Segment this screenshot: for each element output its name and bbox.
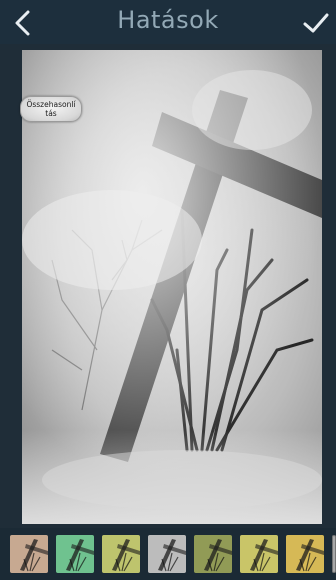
filter-strip bbox=[0, 528, 336, 580]
filter-thumbnail-4[interactable] bbox=[148, 535, 186, 573]
filter-thumbnail-2[interactable] bbox=[56, 535, 94, 573]
compare-label-line2: tás bbox=[45, 109, 57, 118]
chevron-left-icon bbox=[15, 10, 30, 36]
filter-thumbnail-1[interactable] bbox=[10, 535, 48, 573]
page-title: Hatások bbox=[117, 6, 219, 34]
compare-label-line1: Összehasonlí bbox=[26, 100, 76, 109]
filter-thumbnail-5[interactable] bbox=[194, 535, 232, 573]
confirm-button[interactable] bbox=[300, 8, 332, 38]
back-button[interactable] bbox=[8, 8, 38, 38]
checkmark-icon bbox=[303, 13, 329, 33]
photo-preview-area: Összehasonlí tás bbox=[0, 44, 336, 528]
top-bar: Hatások bbox=[0, 0, 336, 44]
filter-thumbnail-6[interactable] bbox=[240, 535, 278, 573]
filter-thumbnail-partial[interactable] bbox=[332, 535, 336, 573]
compare-button[interactable]: Összehasonlí tás bbox=[20, 96, 82, 122]
filter-thumbnail-7[interactable] bbox=[286, 535, 324, 573]
filter-thumbnail-3[interactable] bbox=[102, 535, 140, 573]
